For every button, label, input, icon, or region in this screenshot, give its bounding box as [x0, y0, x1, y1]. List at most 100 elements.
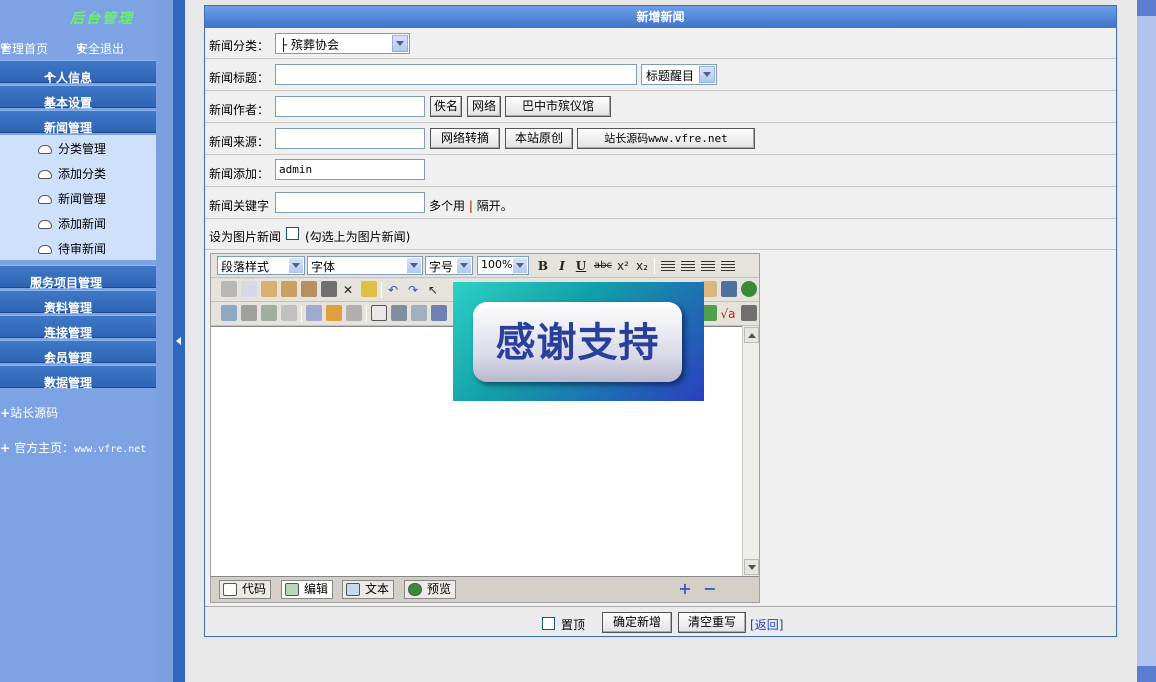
link-icon[interactable]: [431, 305, 447, 321]
source-original-button[interactable]: 本站原创: [505, 128, 573, 149]
row-keyword: 新闻关键字 多个用 | 隔开。: [205, 187, 1116, 219]
redo-icon[interactable]: ↷: [404, 281, 422, 299]
menu-news-management[interactable]: + 新闻管理: [0, 110, 156, 135]
delete-icon[interactable]: ✕: [339, 281, 357, 299]
html-tools-icon[interactable]: [721, 281, 737, 297]
paste-icon[interactable]: [261, 281, 277, 297]
author-funeral-home-button[interactable]: 巴中市殡仪馆: [505, 96, 611, 117]
submit-button[interactable]: 确定新增: [602, 612, 672, 633]
image-news-label: 设为图片新闻: [209, 230, 282, 244]
plus-icon: +: [0, 441, 11, 455]
formula-icon[interactable]: √a: [719, 305, 737, 323]
reset-button[interactable]: 清空重写: [678, 612, 746, 633]
cut-icon[interactable]: [221, 281, 237, 297]
category-label: 新闻分类：: [209, 39, 270, 53]
keyword-input[interactable]: [275, 192, 425, 213]
menu-data[interactable]: + 数据管理: [0, 365, 156, 390]
marquee-icon[interactable]: [411, 305, 427, 321]
horizontal-rule-icon[interactable]: [391, 305, 407, 321]
pin-checkbox[interactable]: [542, 617, 555, 630]
copy-icon[interactable]: [241, 281, 257, 297]
submenu-add-news[interactable]: 添加新闻: [38, 215, 106, 235]
table-insert-icon[interactable]: [306, 305, 322, 321]
paragraph-style-select[interactable]: 段落样式: [217, 256, 305, 275]
font-size-select[interactable]: 字号: [425, 256, 473, 275]
submenu-pending-news[interactable]: 待审新闻: [38, 240, 106, 260]
menu-label: 新闻管理: [44, 121, 93, 135]
image-news-checkbox[interactable]: [286, 227, 299, 240]
cloud-icon: [38, 245, 52, 254]
code-icon: [223, 583, 237, 596]
justify-button[interactable]: [719, 257, 737, 275]
menu-basic-settings[interactable]: + 基本设置: [0, 85, 156, 110]
menu-materials[interactable]: + 资料管理: [0, 290, 156, 315]
page-scrollbar[interactable]: [1137, 0, 1156, 682]
grid-icon[interactable]: [346, 305, 362, 321]
italic-button[interactable]: I: [553, 257, 571, 275]
mode-code-button[interactable]: 代码: [219, 580, 272, 599]
toolbar-separator: [654, 258, 655, 274]
category-select[interactable]: ├ 殡葬协会: [275, 33, 410, 54]
special-char-icon[interactable]: [371, 305, 387, 321]
chevron-down-icon: [407, 258, 421, 273]
flash-icon[interactable]: [241, 305, 257, 321]
mode-edit-button[interactable]: 编辑: [281, 580, 334, 599]
author-network-button[interactable]: 网络: [467, 96, 501, 117]
scroll-up-icon[interactable]: [744, 327, 759, 343]
site-source-link[interactable]: +站长源码: [0, 404, 58, 421]
official-homepage-link[interactable]: + 官方主页：www.vfre.net: [0, 439, 146, 456]
find-icon[interactable]: [321, 281, 337, 297]
plus-icon: +: [0, 406, 11, 420]
image-icon[interactable]: [221, 305, 237, 321]
align-left-button[interactable]: [659, 257, 677, 275]
undo-icon[interactable]: ↶: [384, 281, 402, 299]
scroll-down-icon[interactable]: [744, 559, 759, 575]
source-repost-button[interactable]: 网络转摘: [430, 128, 500, 149]
zoom-in-icon[interactable]: +: [676, 580, 694, 598]
source-site-button[interactable]: 站长源码www.vfre.net: [577, 128, 755, 149]
back-link-label[interactable]: 返回: [755, 618, 779, 632]
author-anonymous-button[interactable]: 佚名: [430, 96, 462, 117]
paste-word-icon[interactable]: [301, 281, 317, 297]
superscript-button[interactable]: x²: [614, 257, 632, 275]
fullscreen-icon[interactable]: [741, 305, 757, 321]
align-right-button[interactable]: [699, 257, 717, 275]
font-family-select[interactable]: 字体: [307, 256, 423, 275]
submenu-add-category[interactable]: 添加分类: [38, 165, 106, 185]
collapse-arrow-icon[interactable]: [176, 337, 181, 345]
author-input[interactable]: [275, 96, 425, 117]
submenu-news-manage[interactable]: 新闻管理: [38, 190, 106, 210]
align-center-icon: [681, 261, 695, 271]
menu-personal-info[interactable]: + 个人信息: [0, 60, 156, 85]
adder-input[interactable]: [275, 159, 425, 180]
mode-preview-button[interactable]: 预览: [404, 580, 457, 599]
align-center-button[interactable]: [679, 257, 697, 275]
paste-text-icon[interactable]: [281, 281, 297, 297]
menu-label: 服务项目管理: [30, 276, 103, 290]
toolbar-separator: [366, 306, 367, 322]
clean-format-icon[interactable]: [361, 281, 377, 297]
keyword-hint: 多个用 | 隔开。: [429, 197, 513, 214]
underline-button[interactable]: U: [572, 257, 590, 275]
media-icon[interactable]: [261, 305, 277, 321]
globe-icon[interactable]: [741, 281, 757, 297]
title-style-select[interactable]: 标题醒目: [641, 64, 717, 85]
submenu-category-manage[interactable]: 分类管理: [38, 140, 106, 160]
zoom-select[interactable]: 100%: [477, 256, 529, 275]
bold-button[interactable]: B: [534, 257, 552, 275]
editor-scrollbar[interactable]: [742, 326, 759, 576]
strikethrough-button[interactable]: abc: [592, 257, 614, 275]
attachment-icon[interactable]: [281, 305, 297, 321]
title-input[interactable]: [275, 64, 637, 85]
table-props-icon[interactable]: [326, 305, 342, 321]
select-pointer-icon[interactable]: ↖: [424, 281, 442, 299]
source-input[interactable]: [275, 128, 425, 149]
menu-service-items[interactable]: + 服务项目管理: [0, 265, 156, 290]
menu-members[interactable]: + 会员管理: [0, 340, 156, 365]
subscript-button[interactable]: x₂: [633, 257, 651, 275]
zoom-out-icon[interactable]: −: [701, 580, 719, 598]
mode-text-button[interactable]: 文本: [342, 580, 395, 599]
sidebar-splitter[interactable]: [173, 0, 185, 682]
official-label: 官方主页：: [14, 441, 75, 455]
menu-links[interactable]: + 连接管理: [0, 315, 156, 340]
